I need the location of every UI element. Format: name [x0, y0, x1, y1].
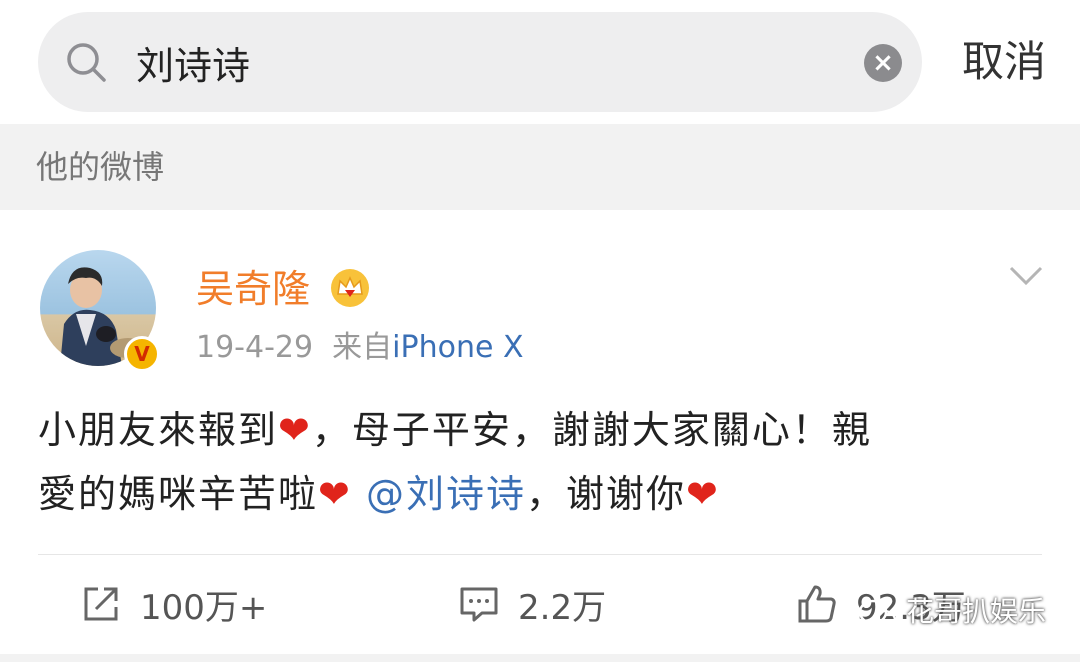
- cancel-button[interactable]: 取消: [962, 34, 1046, 90]
- bottom-divider: [0, 654, 1080, 662]
- watermark: 花哥扒娱乐: [906, 595, 1047, 628]
- section-header: 他的微博: [0, 124, 1080, 210]
- search-icon: [67, 43, 106, 82]
- weibo-post[interactable]: V 吴奇隆 19-4-29 来自iPhone X 小朋友來報到❤，母子平安，謝謝…: [0, 210, 1080, 662]
- section-title: 他的微博: [36, 148, 165, 186]
- post-text-3: 愛的媽咪辛苦啦: [38, 472, 319, 516]
- post-body: 小朋友來報到❤，母子平安，謝謝大家關心！親 愛的媽咪辛苦啦❤ @刘诗诗，谢谢你❤: [38, 398, 1038, 526]
- post-source-prefix: 来自: [332, 330, 393, 365]
- search-input[interactable]: [136, 30, 836, 94]
- share-icon: [84, 587, 118, 621]
- post-text-2: ，母子平安，謝謝大家關心！親: [311, 408, 872, 452]
- divider: [38, 554, 1042, 555]
- post-text-4: ，谢谢你: [525, 472, 686, 516]
- chevron-down-icon[interactable]: [1008, 264, 1044, 288]
- post-source[interactable]: iPhone X: [392, 330, 523, 365]
- heart-icon: ❤: [685, 472, 720, 516]
- comment-count: 2.2万: [518, 587, 607, 628]
- heart-icon: ❤: [318, 472, 352, 516]
- share-button[interactable]: 100万+: [80, 576, 267, 632]
- thumbs-up-icon: [798, 585, 836, 623]
- comment-icon: [460, 587, 498, 622]
- crown-icon: [331, 269, 369, 307]
- post-text-1: 小朋友來報到: [38, 408, 279, 452]
- comment-button[interactable]: 2.2万: [458, 576, 606, 632]
- wechat-icon: [858, 599, 897, 631]
- clear-search-button[interactable]: ×: [864, 44, 902, 82]
- weibo-search-page: × 取消 他的微博 V 吴奇隆: [0, 0, 1080, 662]
- search-bar-row: × 取消: [0, 0, 1080, 124]
- post-meta: 19-4-29 来自iPhone X: [196, 328, 524, 368]
- share-count: 100万+: [140, 587, 268, 628]
- verified-badge: V: [124, 336, 160, 372]
- author-name[interactable]: 吴奇隆: [196, 264, 310, 314]
- mention-link[interactable]: @刘诗诗: [366, 472, 526, 516]
- close-icon: ×: [872, 48, 894, 78]
- heart-icon: ❤: [278, 408, 312, 452]
- post-date: 19-4-29: [196, 330, 314, 365]
